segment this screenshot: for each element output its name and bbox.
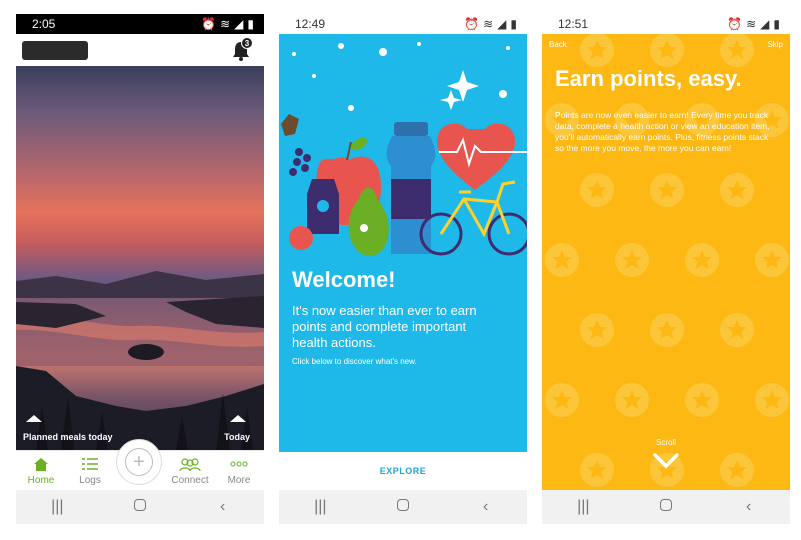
battery-icon: ▮ [247,17,254,31]
expand-up-left-icon[interactable] [26,415,42,422]
star-pattern-background [545,34,789,487]
wifi-icon: ≋ [746,17,757,31]
chevron-down-icon[interactable] [652,452,680,470]
app-header: 3 [16,34,264,66]
explore-button[interactable]: EXPLORE [279,452,527,490]
tab-more[interactable]: More [217,455,261,486]
list-icon [68,455,112,473]
battery-icon: ▮ [510,17,517,31]
bottom-tab-bar: Home Logs + Connect More [16,439,264,490]
people-icon [168,455,212,473]
welcome-subtitle: It's now easier than ever to earn points… [292,303,477,350]
status-time: 12:51 [558,17,589,31]
house-icon [19,455,63,473]
back-nav-icon[interactable]: ‹ [466,498,506,516]
alarm-icon: ⏰ [201,17,217,31]
home-nav-icon[interactable] [383,498,423,516]
android-nav-bar: ||| ‹ [279,490,527,524]
android-nav-bar: ||| ‹ [542,490,790,524]
status-bar: 12:51 ⏰ ≋ ◢ ▮ [542,14,790,34]
sunset-lake-photo: Planned meals today Today [16,66,264,450]
back-nav-icon[interactable]: ‹ [203,498,243,516]
status-icons: ⏰ ≋ ◢ ▮ [201,17,254,31]
back-button[interactable]: Back [549,40,567,49]
phone-screen-earn-points: 12:51 ⏰ ≋ ◢ ▮ Back Skip Earn points, eas… [542,14,790,524]
health-illustration [281,42,527,256]
notification-button[interactable]: 3 [231,37,253,62]
scroll-label: Scroll [655,438,676,447]
recent-apps-icon[interactable]: ||| [300,498,340,516]
add-button[interactable]: + [116,439,162,485]
welcome-hint: Click below to discover what's new. [292,357,417,366]
status-bar: 2:05 ⏰ ≋ ◢ ▮ [16,14,264,34]
status-time: 12:49 [295,17,326,31]
expand-up-right-icon[interactable] [230,415,246,422]
recent-apps-icon[interactable]: ||| [37,498,77,516]
signal-icon: ◢ [234,17,244,31]
today-label: Today [224,432,250,442]
welcome-panel: Welcome! It's now easier than ever to ea… [279,34,527,452]
phone-screen-welcome: 12:49 ⏰ ≋ ◢ ▮ Welcome! It's now easier t… [279,14,527,524]
landscape-illustration [16,271,264,450]
status-time: 2:05 [32,17,56,31]
points-body: Points are now even easier to earn! Ever… [555,110,770,153]
tab-home[interactable]: Home [19,455,63,486]
signal-icon: ◢ [497,17,507,31]
welcome-title: Welcome! [292,267,396,292]
android-nav-bar: ||| ‹ [16,490,264,524]
recent-apps-icon[interactable]: ||| [563,498,603,516]
home-nav-icon[interactable] [646,498,686,516]
alarm-icon: ⏰ [464,17,480,31]
battery-icon: ▮ [773,17,780,31]
points-title: Earn points, easy. [555,66,742,91]
alarm-icon: ⏰ [727,17,743,31]
skip-button[interactable]: Skip [767,40,783,49]
signal-icon: ◢ [760,17,770,31]
dots-icon [217,455,261,473]
wifi-icon: ≋ [483,17,494,31]
planned-meals-label: Planned meals today [23,432,113,442]
notification-badge: 3 [241,37,253,49]
status-icons: ⏰ ≋ ◢ ▮ [464,17,517,31]
status-bar: 12:49 ⏰ ≋ ◢ ▮ [279,14,527,34]
phone-screen-home: 2:05 ⏰ ≋ ◢ ▮ 3 Planned meals today Today… [16,14,264,524]
home-nav-icon[interactable] [120,498,160,516]
back-nav-icon[interactable]: ‹ [729,498,769,516]
wifi-icon: ≋ [220,17,231,31]
plus-icon: + [125,448,153,476]
redacted-logo [22,41,88,60]
status-icons: ⏰ ≋ ◢ ▮ [727,17,780,31]
tab-logs[interactable]: Logs [68,455,112,486]
tab-connect[interactable]: Connect [168,455,212,486]
